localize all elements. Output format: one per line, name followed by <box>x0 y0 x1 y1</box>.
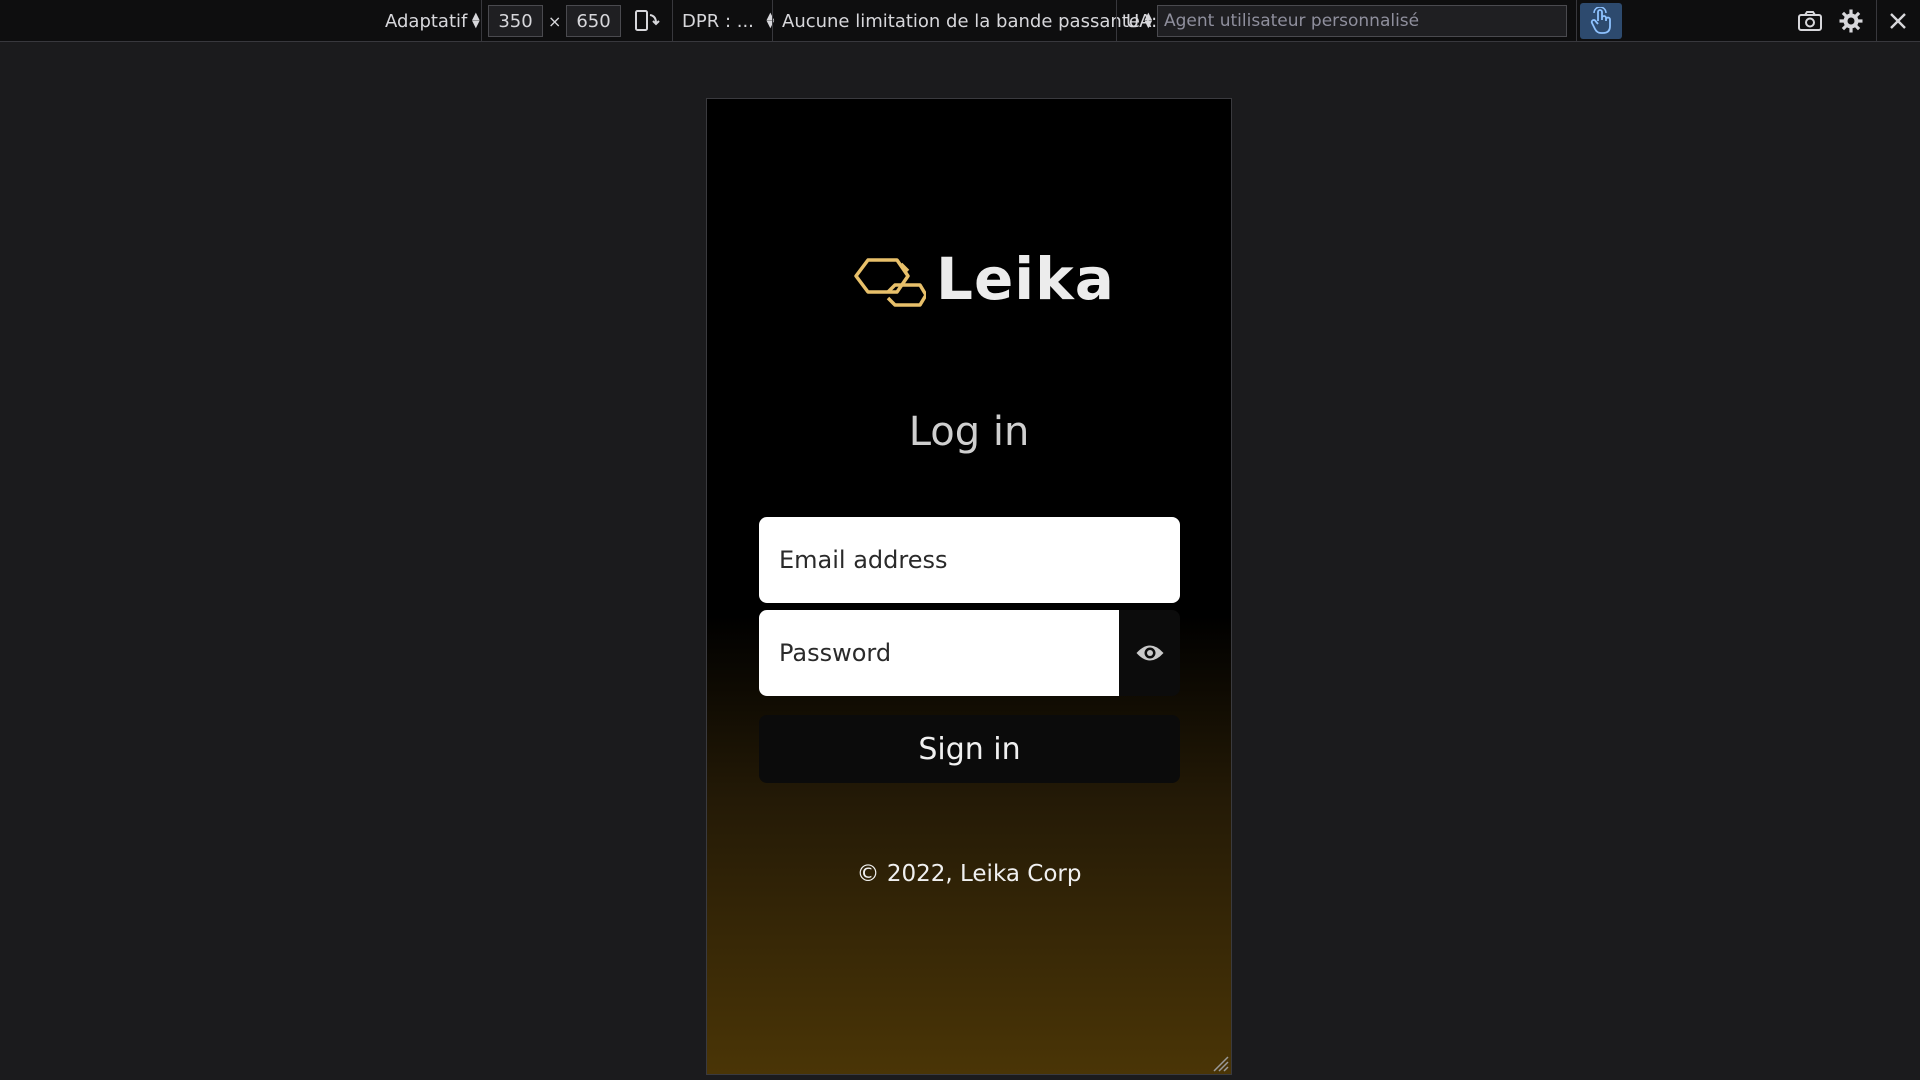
viewport-resize-handle-icon[interactable] <box>1209 1052 1229 1072</box>
screenshot-button[interactable] <box>1794 5 1826 37</box>
device-viewport: Leika Log in Sign in © 2022, Leika Corp <box>706 98 1232 1075</box>
sign-in-button[interactable]: Sign in <box>759 715 1180 783</box>
viewport-height-input[interactable] <box>566 5 621 37</box>
settings-button[interactable] <box>1835 5 1867 37</box>
rotate-device-button[interactable] <box>631 5 663 37</box>
touch-simulation-icon <box>1590 7 1611 34</box>
dpr-selector[interactable]: DPR : ... ▲ ▼ <box>682 0 775 42</box>
toolbar-separator <box>1876 0 1877 42</box>
screenshot-icon <box>1798 11 1822 31</box>
sign-in-label: Sign in <box>918 731 1021 767</box>
hexagon-logo-icon <box>854 258 926 307</box>
device-selector-label: Adaptatif <box>385 10 468 32</box>
eye-icon <box>1136 645 1163 661</box>
email-field[interactable] <box>759 517 1180 603</box>
close-rdm-button[interactable] <box>1882 5 1914 37</box>
updown-caret-icon: ▲ ▼ <box>766 11 775 30</box>
viewport-width-input[interactable] <box>488 5 543 37</box>
brand-logo: Leika <box>852 247 1115 311</box>
toggle-password-button[interactable] <box>1119 610 1180 696</box>
user-agent-input[interactable] <box>1157 5 1567 37</box>
close-icon <box>1890 13 1906 29</box>
toolbar-separator <box>1576 0 1577 42</box>
network-throttling-label: Aucune limitation de la bande passante <box>782 10 1140 32</box>
user-agent-label: UA: <box>1126 10 1158 32</box>
touch-simulation-button[interactable] <box>1580 3 1622 39</box>
responsive-design-toolbar: Adaptatif ▲▼ × DPR : ... ▲▼ Aucune limit… <box>0 0 1920 42</box>
dimension-times-sign: × <box>548 11 562 31</box>
page-title: Log in <box>908 409 1030 455</box>
password-field[interactable] <box>759 610 1119 696</box>
toolbar-separator <box>772 0 773 42</box>
toolbar-separator <box>481 0 482 42</box>
toolbar-separator <box>672 0 673 42</box>
rotate-device-icon <box>635 10 660 31</box>
toolbar-separator <box>1116 0 1117 42</box>
dpr-selector-label: DPR : ... <box>682 10 754 32</box>
updown-caret-icon: ▲ ▼ <box>472 11 480 30</box>
device-selector[interactable]: Adaptatif ▲ ▼ <box>385 0 480 42</box>
copyright-footer: © 2022, Leika Corp <box>856 861 1082 887</box>
network-throttling-selector[interactable]: Aucune limitation de la bande passante ▲… <box>782 0 1153 42</box>
gear-icon <box>1839 9 1863 33</box>
brand-name: Leika <box>936 245 1115 313</box>
